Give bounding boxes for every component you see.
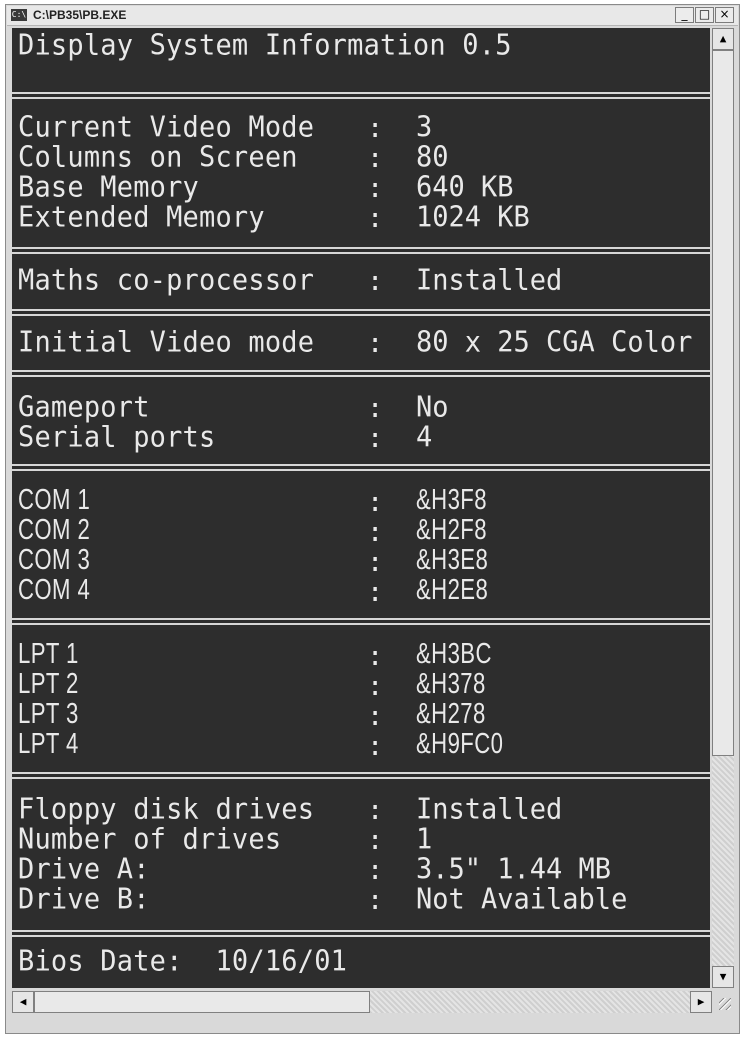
lpt-3-label: LPT 3 [18, 698, 79, 730]
extended-memory-label: Extended Memory [18, 200, 265, 235]
colon: : [367, 143, 384, 174]
program-heading: Display System Information 0.5 [18, 28, 512, 63]
minimize-button[interactable]: _ [675, 7, 694, 23]
drive-b-label: Drive B: [18, 882, 150, 917]
separator [12, 370, 710, 377]
colon: : [367, 855, 384, 886]
drive-a-value: 3.5" 1.44 MB [416, 852, 612, 887]
lpt-4-value: &H9FC0 [416, 728, 504, 760]
lpt-2-value: &H378 [416, 668, 486, 700]
vertical-scrollbar[interactable]: ▲ ▼ [712, 28, 734, 988]
colon: : [367, 393, 384, 424]
base-memory-label: Base Memory [18, 170, 200, 205]
colon: : [367, 113, 384, 144]
colon: : [367, 487, 384, 518]
vertical-scroll-track[interactable] [712, 756, 734, 966]
initial-video-label: Initial Video mode [18, 325, 315, 360]
separator [12, 309, 710, 316]
vertical-scroll-thumb[interactable] [712, 50, 734, 756]
colon: : [367, 795, 384, 826]
horizontal-scroll-track[interactable] [370, 991, 690, 1013]
separator [12, 247, 710, 254]
serial-ports-value: 4 [416, 420, 433, 455]
coprocessor-value: Installed [416, 263, 563, 298]
floppy-drives-value: Installed [416, 792, 563, 827]
lpt-1-value: &H3BC [416, 638, 492, 670]
gameport-label: Gameport [18, 390, 150, 425]
drive-b-value: Not Available [416, 882, 628, 917]
com-3-label: COM 3 [18, 544, 91, 576]
video-mode-label: Current Video Mode [18, 110, 315, 145]
lpt-4-label: LPT 4 [18, 728, 79, 760]
columns-value: 80 [416, 140, 449, 175]
separator [12, 92, 710, 99]
window-title: C:\PB35\PB.EXE [33, 8, 127, 22]
separator [12, 464, 710, 471]
separator [12, 930, 710, 937]
lpt-2-label: LPT 2 [18, 668, 79, 700]
horizontal-scrollbar[interactable]: ◀ ▶ [12, 991, 712, 1013]
separator [12, 772, 710, 779]
video-mode-value: 3 [416, 110, 433, 145]
resize-grip-icon[interactable] [712, 991, 734, 1013]
colon: : [367, 825, 384, 856]
colon: : [367, 547, 384, 578]
initial-video-value: 80 x 25 CGA Color [416, 325, 693, 360]
com-1-value: &H3F8 [416, 484, 487, 516]
colon: : [367, 701, 384, 732]
scroll-down-icon[interactable]: ▼ [712, 966, 734, 988]
floppy-drives-label: Floppy disk drives [18, 792, 315, 827]
colon: : [367, 423, 384, 454]
number-of-drives-label: Number of drives [18, 822, 282, 857]
console-window: C:\ C:\PB35\PB.EXE _ □ × Display System … [5, 4, 740, 1034]
extended-memory-value: 1024 KB [416, 200, 530, 235]
colon: : [367, 641, 384, 672]
base-memory-value: 640 KB [416, 170, 514, 205]
lpt-1-label: LPT 1 [18, 638, 79, 670]
colon: : [367, 577, 384, 608]
gameport-value: No [416, 390, 449, 425]
drive-a-label: Drive A: [18, 852, 150, 887]
colon: : [367, 266, 384, 297]
horizontal-scroll-thumb[interactable] [34, 991, 370, 1013]
coprocessor-label: Maths co-processor [18, 263, 315, 298]
close-button[interactable]: × [715, 7, 734, 23]
colon: : [367, 885, 384, 916]
separator [12, 618, 710, 625]
com-4-value: &H2E8 [416, 574, 489, 606]
com-2-label: COM 2 [18, 514, 91, 546]
columns-label: Columns on Screen [18, 140, 298, 175]
scroll-left-icon[interactable]: ◀ [12, 991, 34, 1013]
com-4-label: COM 4 [18, 574, 91, 606]
colon: : [367, 731, 384, 762]
scroll-right-icon[interactable]: ▶ [690, 991, 712, 1013]
console-app-icon[interactable]: C:\ [11, 9, 27, 21]
serial-ports-label: Serial ports [18, 420, 216, 455]
com-2-value: &H2F8 [416, 514, 487, 546]
maximize-button[interactable]: □ [695, 7, 714, 23]
scroll-up-icon[interactable]: ▲ [712, 28, 734, 50]
colon: : [367, 671, 384, 702]
colon: : [367, 173, 384, 204]
title-bar[interactable]: C:\ C:\PB35\PB.EXE _ □ × [7, 6, 738, 26]
colon: : [367, 328, 384, 359]
console-output[interactable]: Display System Information 0.5 Current V… [12, 28, 710, 988]
colon: : [367, 203, 384, 234]
colon: : [367, 517, 384, 548]
com-1-label: COM 1 [18, 484, 91, 516]
number-of-drives-value: 1 [416, 822, 433, 857]
bios-date: Bios Date: 10/16/01 [18, 944, 348, 979]
lpt-3-value: &H278 [416, 698, 486, 730]
com-3-value: &H3E8 [416, 544, 489, 576]
